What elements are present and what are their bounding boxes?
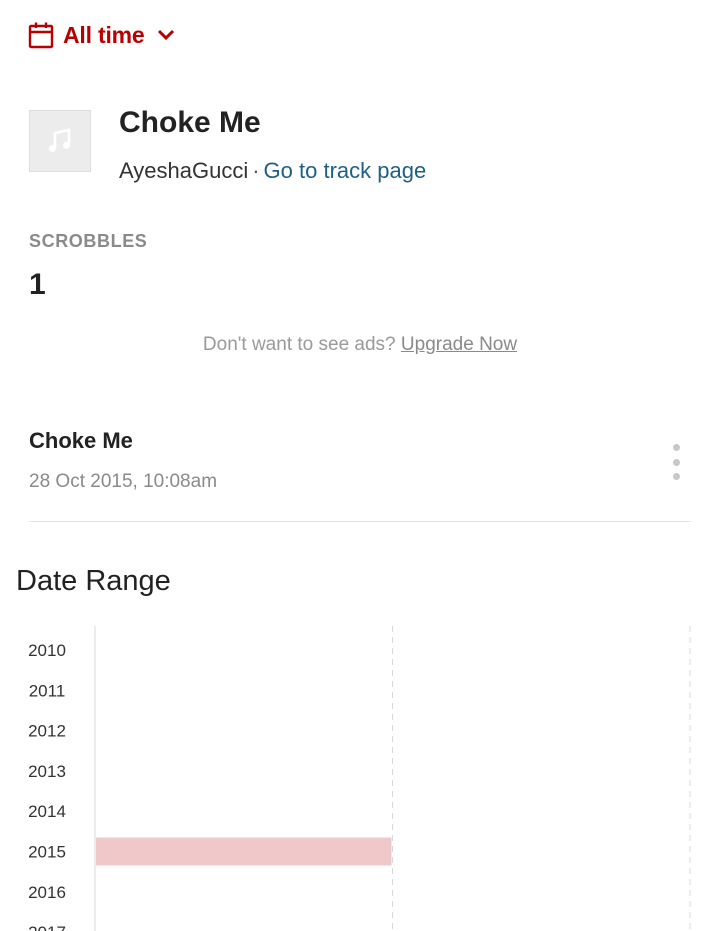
track-title: Choke Me (119, 106, 261, 139)
calendar-icon (28, 22, 54, 49)
list-item[interactable]: Choke Me 28 Oct 2015, 10:08am (29, 428, 217, 493)
scrobbles-label: SCROBBLES (29, 231, 148, 251)
music-note-icon (49, 128, 71, 152)
y-tick-label: 2017 (28, 923, 66, 931)
date-range-title: Date Range (16, 565, 171, 597)
divider (29, 521, 691, 522)
date-filter-dropdown[interactable]: All time (28, 18, 175, 52)
scrobbles-count: 1 (29, 268, 46, 301)
scrobble-track-name: Choke Me (29, 428, 133, 453)
y-tick-label: 2014 (28, 802, 66, 821)
bar (96, 837, 392, 866)
y-tick-label: 2013 (28, 762, 66, 781)
date-filter-label: All time (63, 21, 145, 48)
track-header: Choke Me AyeshaGucci · Go to track page (29, 106, 427, 184)
chevron-down-icon (158, 29, 175, 41)
artist-name[interactable]: AyeshaGucci (119, 158, 248, 183)
go-to-track-link[interactable]: Go to track page (264, 158, 427, 183)
y-tick-label: 2011 (29, 681, 66, 700)
ads-text: Don't want to see ads? (202, 334, 396, 355)
more-options-icon[interactable] (668, 444, 684, 480)
date-range-chart: 2010 2011 2012 2013 2014 2015 2016 2017 (0, 620, 720, 931)
y-tick-label: 2015 (28, 843, 66, 862)
track-cover (29, 110, 91, 172)
y-tick-label: 2012 (28, 722, 66, 741)
y-tick-label: 2016 (28, 883, 66, 902)
y-tick-label: 2010 (28, 641, 66, 660)
ads-banner: Don't want to see ads? Upgrade Now (0, 334, 720, 356)
separator: · (252, 158, 260, 183)
scrobble-timestamp: 28 Oct 2015, 10:08am (29, 471, 218, 492)
upgrade-now-link[interactable]: Upgrade Now (401, 334, 517, 355)
